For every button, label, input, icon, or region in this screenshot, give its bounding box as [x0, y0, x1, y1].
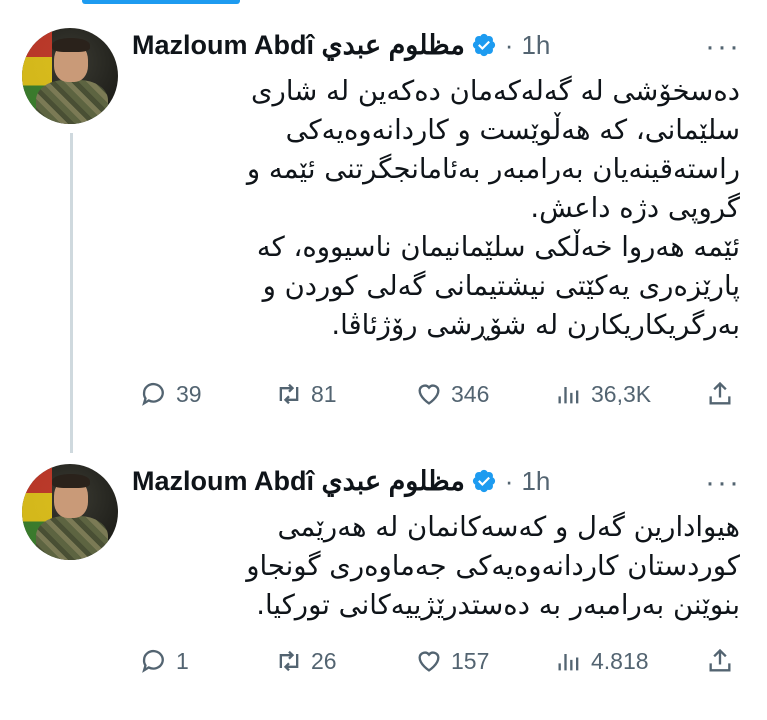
retweet-button[interactable]: 81 — [275, 380, 337, 408]
action-bar: 1 26 157 4.818 — [140, 647, 740, 677]
retweet-count: 26 — [311, 647, 337, 674]
more-options-icon[interactable]: ··· — [705, 468, 741, 498]
thread-line — [70, 133, 73, 453]
avatar-hair — [52, 474, 90, 488]
like-count: 346 — [451, 380, 490, 407]
tweet-header: Mazloum Abdî مظلوم عبدي · 1h — [132, 30, 550, 60]
verified-badge-icon — [472, 469, 495, 493]
share-button[interactable] — [706, 380, 734, 408]
action-bar: 39 81 346 36,3K — [140, 380, 740, 410]
tweet-text-line: گروپی دژە داعش. — [530, 192, 740, 224]
like-button[interactable]: 157 — [415, 647, 489, 675]
reply-icon — [142, 649, 164, 673]
separator-dot: · — [504, 29, 514, 60]
tweet-text-line: دەسخۆشی لە گەلەکەمان دەکەین لە شاری — [251, 75, 740, 107]
tweet-header: Mazloum Abdî مظلوم عبدي · 1h — [132, 466, 550, 496]
avatar[interactable] — [22, 464, 118, 560]
views-count: 4.818 — [591, 647, 649, 674]
tweet-text: هیوادارین گەل و کەسەکانمان لە هەرێمی کور… — [132, 508, 740, 625]
more-options-icon[interactable]: ··· — [705, 32, 741, 62]
share-button[interactable] — [706, 647, 734, 675]
tweet-text-line: کوردستان کاردانەوەیەکی جەماوەری گونجاو — [246, 550, 740, 582]
retweet-icon — [279, 650, 299, 672]
views-icon — [558, 654, 579, 671]
author-name[interactable]: Mazloum Abdî مظلوم عبدي — [132, 466, 465, 497]
retweet-icon — [279, 383, 299, 405]
views-button[interactable]: 4.818 — [555, 647, 649, 675]
reply-icon — [142, 382, 164, 406]
heart-icon — [418, 651, 440, 672]
tweet-time[interactable]: 1h — [521, 466, 550, 497]
heart-icon — [418, 384, 440, 405]
tweet-text-line: ئێمە هەروا خەڵکی سلێمانیمان ناسیووە، کە — [256, 231, 740, 263]
views-button[interactable]: 36,3K — [555, 380, 651, 408]
share-icon — [709, 648, 731, 672]
views-icon — [558, 387, 579, 404]
share-icon — [709, 381, 731, 405]
tweet-text-line: بەرگریکاریکارن لە شۆڕشی رۆژئاڤا. — [331, 309, 740, 341]
views-count: 36,3K — [591, 380, 652, 407]
retweet-button[interactable]: 26 — [275, 647, 337, 675]
reply-count: 1 — [176, 647, 189, 674]
tweet-text-line: بنوێنن بەرامبەر بە دەستدرێژییەکانی تورکی… — [256, 589, 740, 621]
tweet[interactable]: Mazloum Abdî مظلوم عبدي · 1h ··· دەسخۆشی… — [0, 0, 767, 453]
verified-badge-icon — [472, 33, 495, 57]
avatar-body — [36, 80, 108, 124]
tweet-time[interactable]: 1h — [521, 30, 550, 61]
tweet-text: دەسخۆشی لە گەلەکەمان دەکەین لە شاری سلێم… — [132, 72, 740, 345]
like-button[interactable]: 346 — [415, 380, 489, 408]
reply-button[interactable]: 39 — [140, 380, 202, 408]
reply-button[interactable]: 1 — [140, 647, 189, 675]
like-count: 157 — [451, 647, 490, 674]
tweet-text-line: راستەقینەیان بەرامبەر بەئامانجگرتنی ئێمە… — [246, 153, 740, 185]
avatar-hair — [52, 38, 90, 52]
tweet-text-line: هیوادارین گەل و کەسەکانمان لە هەرێمی — [277, 511, 740, 543]
avatar-body — [36, 516, 108, 560]
retweet-count: 81 — [311, 380, 337, 407]
author-name[interactable]: Mazloum Abdî مظلوم عبدي — [132, 30, 465, 61]
avatar[interactable] — [22, 28, 118, 124]
tweet[interactable]: Mazloum Abdî مظلوم عبدي · 1h ··· هیوادار… — [0, 450, 767, 720]
reply-count: 39 — [176, 380, 202, 407]
separator-dot: · — [504, 465, 514, 496]
tweet-text-line: پارێزەری یەکێتی نیشتیمانی گەلی کوردن و — [262, 270, 740, 302]
tweet-text-line: سلێمانی، کە هەڵوێست و کاردانەوەیەکی — [285, 114, 740, 146]
